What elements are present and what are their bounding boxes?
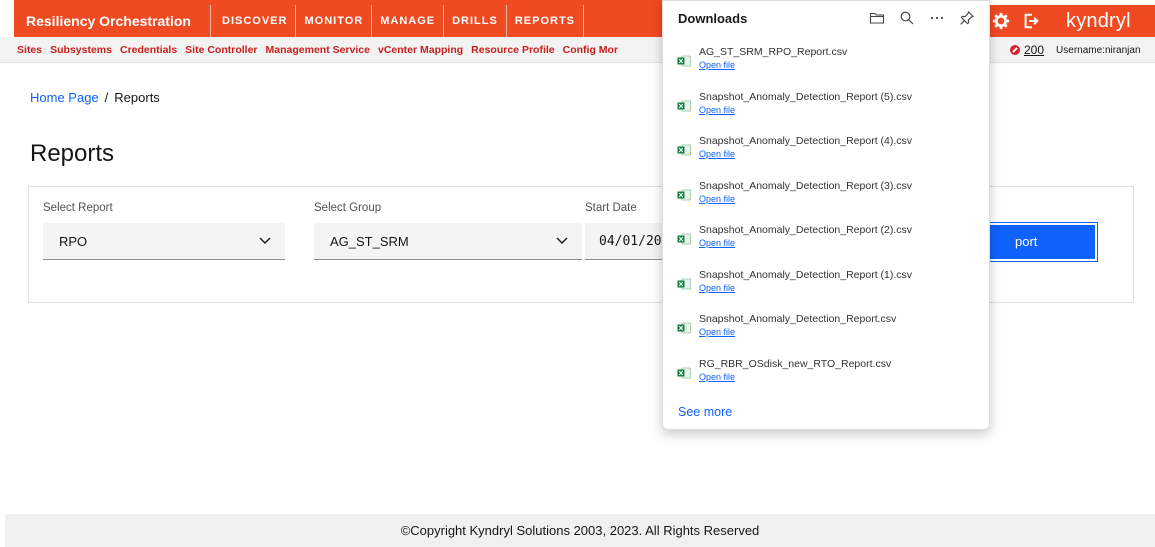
downloads-title: Downloads	[678, 11, 748, 26]
footer-copyright: ©Copyright Kyndryl Solutions 2003, 2023.…	[5, 514, 1155, 547]
open-file-link[interactable]: Open file	[699, 327, 735, 337]
chevron-down-icon	[259, 237, 271, 244]
select-group-dropdown[interactable]: AG_ST_SRM	[314, 223, 582, 260]
excel-file-icon	[677, 278, 691, 289]
breadcrumb: Home Page / Reports	[30, 90, 160, 105]
downloads-panel: Downloads AG_ST_SRM_RPO_Report.csv Open …	[662, 0, 990, 430]
breadcrumb-home-link[interactable]: Home Page	[30, 90, 99, 105]
subnav-item-subsystems[interactable]: Subsystems	[50, 37, 112, 63]
download-file-name: Snapshot_Anomaly_Detection_Report (4).cs…	[699, 135, 913, 147]
brand-title[interactable]: Resiliency Orchestration	[26, 5, 191, 37]
breadcrumb-current: Reports	[114, 90, 160, 105]
excel-file-icon	[677, 233, 691, 245]
menu-item-discover[interactable]: DISCOVER	[212, 5, 297, 37]
download-item[interactable]: Snapshot_Anomaly_Detection_Report (3).cs…	[663, 175, 989, 220]
select-report-label: Select Report	[43, 202, 113, 214]
open-file-link[interactable]: Open file	[699, 149, 735, 159]
subnav-item-sites[interactable]: Sites	[17, 37, 42, 63]
download-item[interactable]: Snapshot_Anomaly_Detection_Report (2).cs…	[663, 219, 989, 264]
download-item[interactable]: Snapshot_Anomaly_Detection_Report (5).cs…	[663, 86, 989, 131]
alert-count[interactable]: 200	[1024, 43, 1044, 57]
download-item[interactable]: Snapshot_Anomaly_Detection_Report (1).cs…	[663, 264, 989, 309]
app-window: Resiliency Orchestration DISCOVER MONITO…	[0, 0, 1155, 547]
search-icon[interactable]	[899, 10, 915, 26]
menu-item-manage[interactable]: MANAGE	[372, 5, 445, 37]
open-file-link[interactable]: Open file	[699, 283, 735, 293]
excel-file-icon	[677, 100, 691, 111]
select-group-label: Select Group	[314, 202, 382, 214]
gear-icon[interactable]	[992, 12, 1010, 30]
select-group-value: AG_ST_SRM	[330, 234, 409, 249]
download-file-name: Snapshot_Anomaly_Detection_Report (2).cs…	[699, 224, 913, 236]
menu-item-reports[interactable]: REPORTS	[507, 5, 585, 37]
navbar-right: kyndryl	[992, 5, 1131, 37]
excel-file-icon	[677, 367, 691, 378]
main-menu: DISCOVER MONITOR MANAGE DRILLS REPORTS	[212, 5, 585, 37]
start-date-label: Start Date	[585, 202, 637, 214]
download-file-name: Snapshot_Anomaly_Detection_Report.csv	[699, 313, 897, 325]
download-item[interactable]: RG_RBR_OSdisk_new_RTO_Report.csv Open fi…	[663, 353, 989, 398]
download-file-name: AG_ST_SRM_RPO_Report.csv	[699, 46, 848, 58]
alert-icon	[1010, 45, 1020, 55]
download-item[interactable]: AG_ST_SRM_RPO_Report.csv Open file	[663, 41, 989, 86]
download-file-name: Snapshot_Anomaly_Detection_Report (3).cs…	[699, 179, 913, 192]
excel-file-icon	[677, 55, 691, 67]
start-date-value: 04/01/20	[599, 234, 662, 249]
excel-file-icon	[677, 144, 691, 156]
breadcrumb-separator: /	[104, 90, 109, 105]
pin-icon[interactable]	[959, 10, 975, 26]
folder-icon[interactable]	[869, 10, 885, 26]
select-report-dropdown[interactable]: RPO	[43, 223, 285, 260]
open-file-link[interactable]: Open file	[699, 372, 735, 382]
more-icon[interactable]	[929, 10, 945, 26]
excel-file-icon	[677, 322, 691, 334]
kyndryl-logo: kyndryl	[1066, 9, 1131, 32]
excel-file-icon	[677, 189, 691, 200]
downloads-list: AG_ST_SRM_RPO_Report.csv Open file Snaps…	[663, 41, 989, 397]
downloads-toolbar	[855, 10, 975, 26]
logout-icon[interactable]	[1022, 12, 1040, 30]
subnav-item-resource-profile[interactable]: Resource Profile	[471, 37, 554, 63]
subnav-item-vcenter-mapping[interactable]: vCenter Mapping	[378, 37, 463, 63]
page-title: Reports	[30, 140, 115, 167]
download-file-name: Snapshot_Anomaly_Detection_Report (5).cs…	[699, 90, 913, 103]
subnav-item-management-service[interactable]: Management Service	[266, 37, 370, 63]
subnav-right: 200 Username:niranjan	[1010, 37, 1141, 63]
username-label: Username:niranjan	[1056, 44, 1141, 56]
brand-divider	[210, 5, 211, 37]
subnav-item-site-controller[interactable]: Site Controller	[185, 37, 257, 63]
open-file-link[interactable]: Open file	[699, 194, 735, 204]
menu-item-monitor[interactable]: MONITOR	[296, 5, 373, 37]
open-file-link[interactable]: Open file	[699, 105, 735, 115]
download-file-name: RG_RBR_OSdisk_new_RTO_Report.csv	[699, 357, 892, 370]
menu-item-drills[interactable]: DRILLS	[444, 5, 507, 37]
download-item[interactable]: Snapshot_Anomaly_Detection_Report.csv Op…	[663, 308, 989, 353]
download-item[interactable]: Snapshot_Anomaly_Detection_Report (4).cs…	[663, 130, 989, 175]
see-more-link[interactable]: See more	[678, 405, 732, 419]
subnav-items: Sites Subsystems Credentials Site Contro…	[17, 37, 626, 63]
open-file-link[interactable]: Open file	[699, 238, 735, 248]
open-file-link[interactable]: Open file	[699, 60, 735, 70]
subnav-item-config-monitor[interactable]: Config Mor	[563, 37, 618, 63]
subnav-item-credentials[interactable]: Credentials	[120, 37, 177, 63]
chevron-down-icon	[556, 237, 568, 244]
download-file-name: Snapshot_Anomaly_Detection_Report (1).cs…	[699, 268, 913, 281]
select-report-value: RPO	[59, 234, 88, 249]
